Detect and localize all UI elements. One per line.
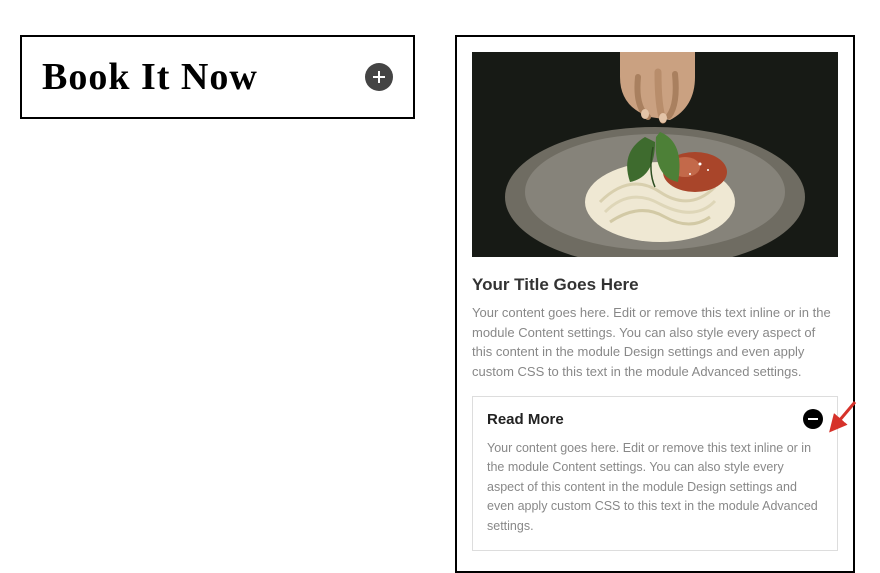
accordion-header[interactable]: Read More — [473, 397, 837, 439]
plus-icon — [365, 63, 393, 91]
card-description: Your content goes here. Edit or remove t… — [472, 303, 838, 381]
card-title: Your Title Goes Here — [472, 275, 838, 295]
minus-icon — [803, 409, 823, 429]
accordion-body: Your content goes here. Edit or remove t… — [473, 439, 837, 550]
content-card: Your Title Goes Here Your content goes h… — [455, 35, 855, 573]
accordion-book-it-now[interactable]: Book It Now — [20, 35, 415, 119]
accordion-title: Book It Now — [42, 55, 258, 99]
card-image — [472, 52, 838, 257]
accordion-read-more: Read More Your content goes here. Edit o… — [472, 396, 838, 551]
accordion-label: Read More — [487, 411, 564, 428]
